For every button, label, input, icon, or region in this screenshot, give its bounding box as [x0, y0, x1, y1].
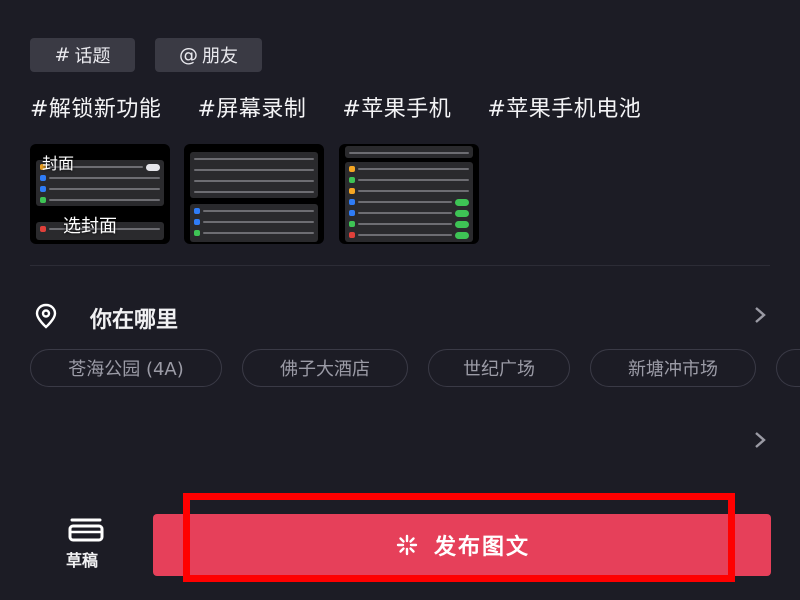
hashtag-item[interactable]: #屏幕录制	[197, 91, 306, 122]
hashtag-list: #解锁新功能 #屏幕录制 #苹果手机 #苹果手机电池	[30, 91, 641, 122]
friend-chip[interactable]: @ 朋友	[155, 38, 262, 72]
hashtag-item[interactable]: #解锁新功能	[30, 91, 161, 122]
select-cover-button[interactable]: 选封面	[63, 212, 117, 238]
draft-label[interactable]: 草稿	[66, 547, 98, 571]
location-suggestion[interactable]: 苍海公园 (4A)	[30, 349, 222, 387]
hashtag-item[interactable]: #苹果手机电池	[487, 91, 641, 122]
location-suggestion[interactable]: 佛子大酒店	[242, 349, 408, 387]
screenshot-panel	[345, 162, 473, 242]
publish-button-label: 发布图文	[433, 535, 530, 560]
chevron-right-icon[interactable]	[753, 305, 767, 325]
image-thumbnail[interactable]	[339, 144, 479, 244]
screenshot-panel	[345, 146, 473, 158]
friend-chip-label: 朋友	[202, 46, 238, 67]
divider	[30, 265, 770, 266]
screenshot-panel	[190, 152, 318, 198]
at-icon: @	[179, 44, 198, 66]
hashtag-icon: #	[54, 44, 71, 66]
image-thumbnail[interactable]	[184, 144, 324, 244]
location-suggestion-overflow[interactable]	[776, 349, 800, 387]
draft-box-icon[interactable]	[68, 518, 104, 542]
location-suggestion[interactable]: 新塘冲市场	[590, 349, 756, 387]
publish-button[interactable]: 发布图文	[153, 514, 771, 576]
topic-chip-label: 话题	[74, 46, 111, 67]
sparkle-icon	[396, 534, 418, 556]
location-suggestion[interactable]: 世纪广场	[428, 349, 570, 387]
location-pin-icon	[35, 303, 57, 329]
chevron-right-icon[interactable]	[753, 430, 767, 450]
hashtag-item[interactable]: #苹果手机	[342, 91, 451, 122]
topic-chip[interactable]: # 话题	[30, 38, 135, 72]
location-title[interactable]: 你在哪里	[90, 302, 178, 334]
screenshot-panel	[190, 204, 318, 242]
cover-label: 封面	[42, 154, 75, 173]
